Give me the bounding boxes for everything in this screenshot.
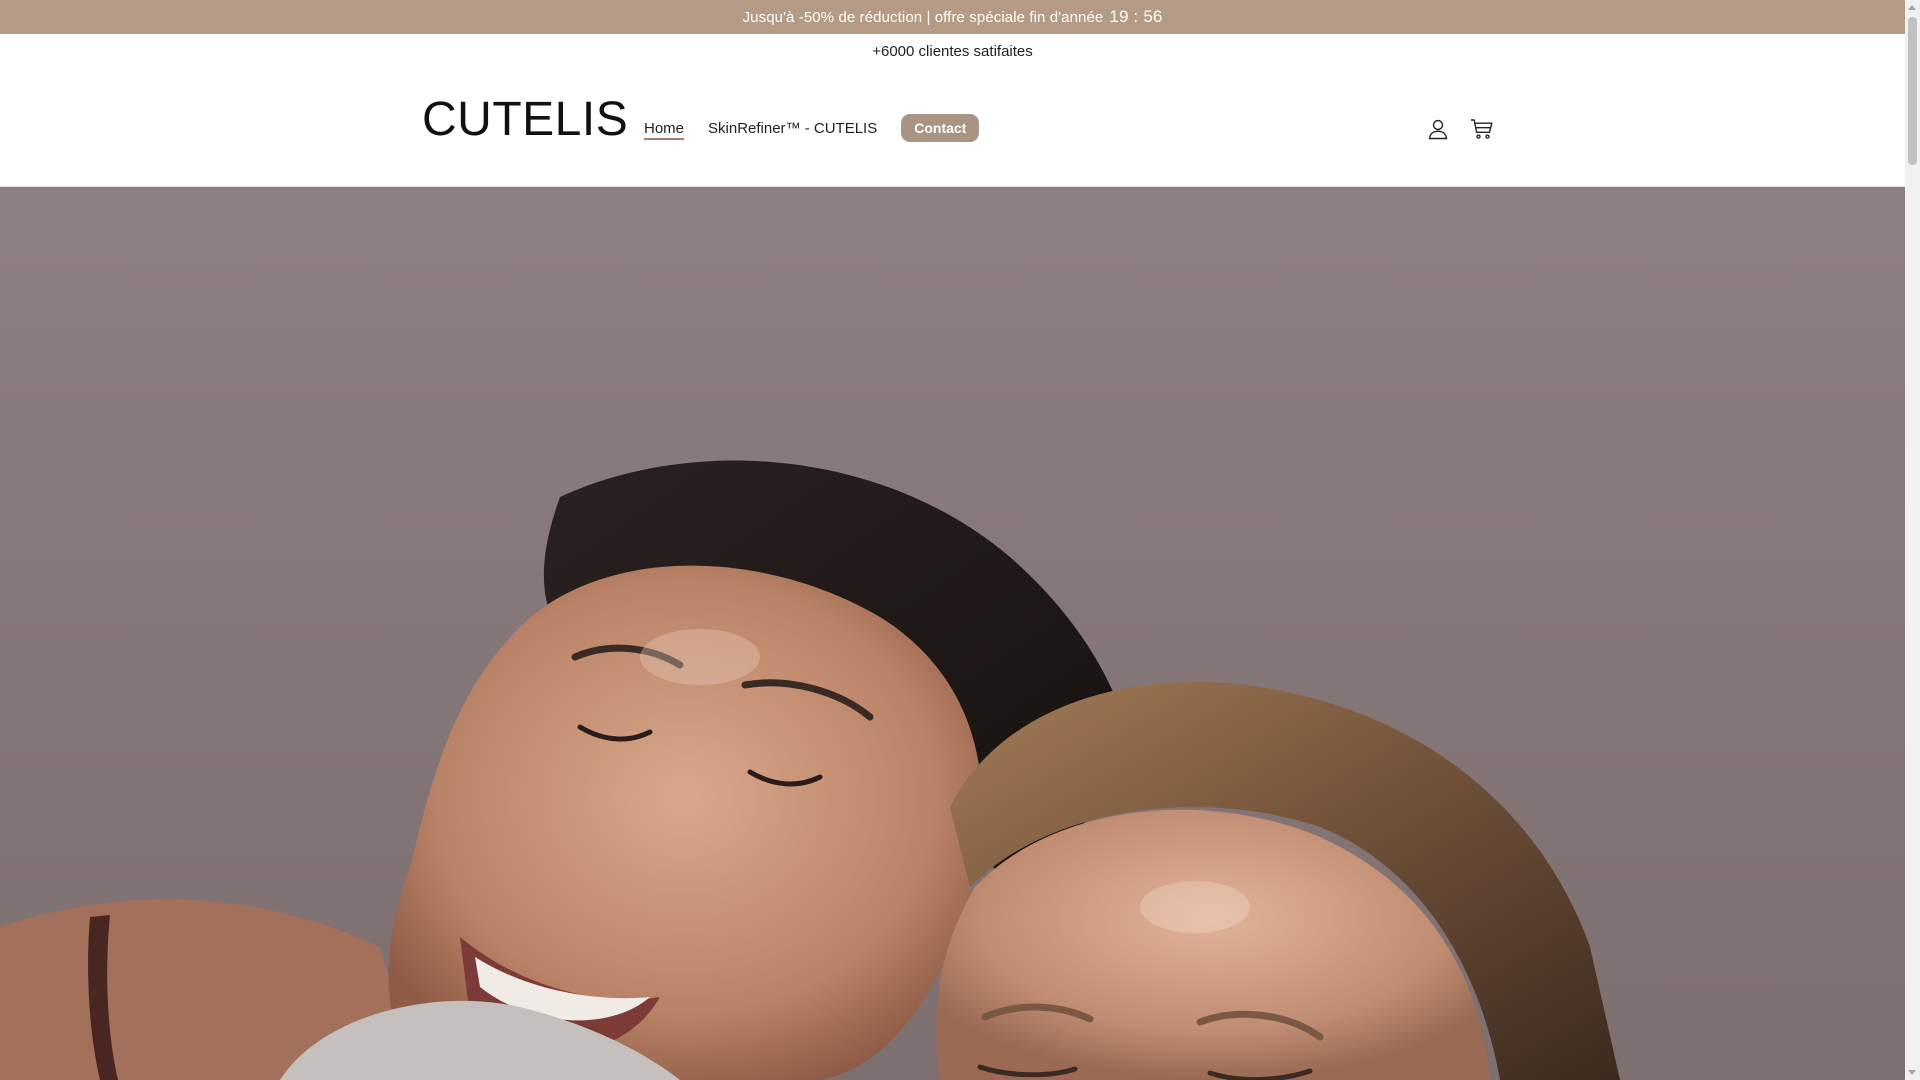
viewport: Jusqu'à -50% de réduction | offre spécia… bbox=[0, 0, 1905, 1080]
cart-icon bbox=[1471, 119, 1493, 139]
account-button[interactable] bbox=[1424, 115, 1452, 143]
scrollbar-thumb[interactable] bbox=[1908, 17, 1917, 165]
sub-announcement-bar: +6000 clientes satifaites bbox=[0, 34, 1905, 68]
main-nav: Home SkinRefiner™ - CUTELIS Contact bbox=[644, 114, 980, 142]
timer-seconds: 56 bbox=[1143, 7, 1163, 26]
hero-image bbox=[0, 187, 1905, 1080]
header-icons bbox=[1424, 115, 1496, 143]
countdown-timer: 19:56 bbox=[1109, 7, 1162, 27]
scroll-down-arrow-icon[interactable] bbox=[1908, 1070, 1916, 1075]
timer-minutes: 19 bbox=[1109, 7, 1129, 26]
user-icon bbox=[1428, 119, 1448, 140]
page: Jusqu'à -50% de réduction | offre spécia… bbox=[0, 0, 1920, 1080]
subbar-text: +6000 clientes satifaites bbox=[872, 42, 1033, 60]
site-header: CUTELIS Home SkinRefiner™ - CUTELIS Cont… bbox=[0, 68, 1905, 187]
timer-separator: : bbox=[1133, 7, 1139, 26]
scroll-up-arrow-icon[interactable] bbox=[1908, 5, 1916, 10]
hero-banner bbox=[0, 187, 1905, 1080]
contact-button[interactable]: Contact bbox=[901, 114, 980, 142]
announcement-text: Jusqu'à -50% de réduction | offre spécia… bbox=[742, 8, 1104, 26]
site-logo[interactable]: CUTELIS bbox=[422, 96, 628, 144]
announcement-bar: Jusqu'à -50% de réduction | offre spécia… bbox=[0, 0, 1905, 34]
nav-item-skinrefiner[interactable]: SkinRefiner™ - CUTELIS bbox=[708, 120, 877, 137]
cart-button[interactable] bbox=[1468, 115, 1496, 143]
page-scrollbar[interactable] bbox=[1905, 0, 1920, 1080]
nav-item-home[interactable]: Home bbox=[644, 120, 684, 137]
